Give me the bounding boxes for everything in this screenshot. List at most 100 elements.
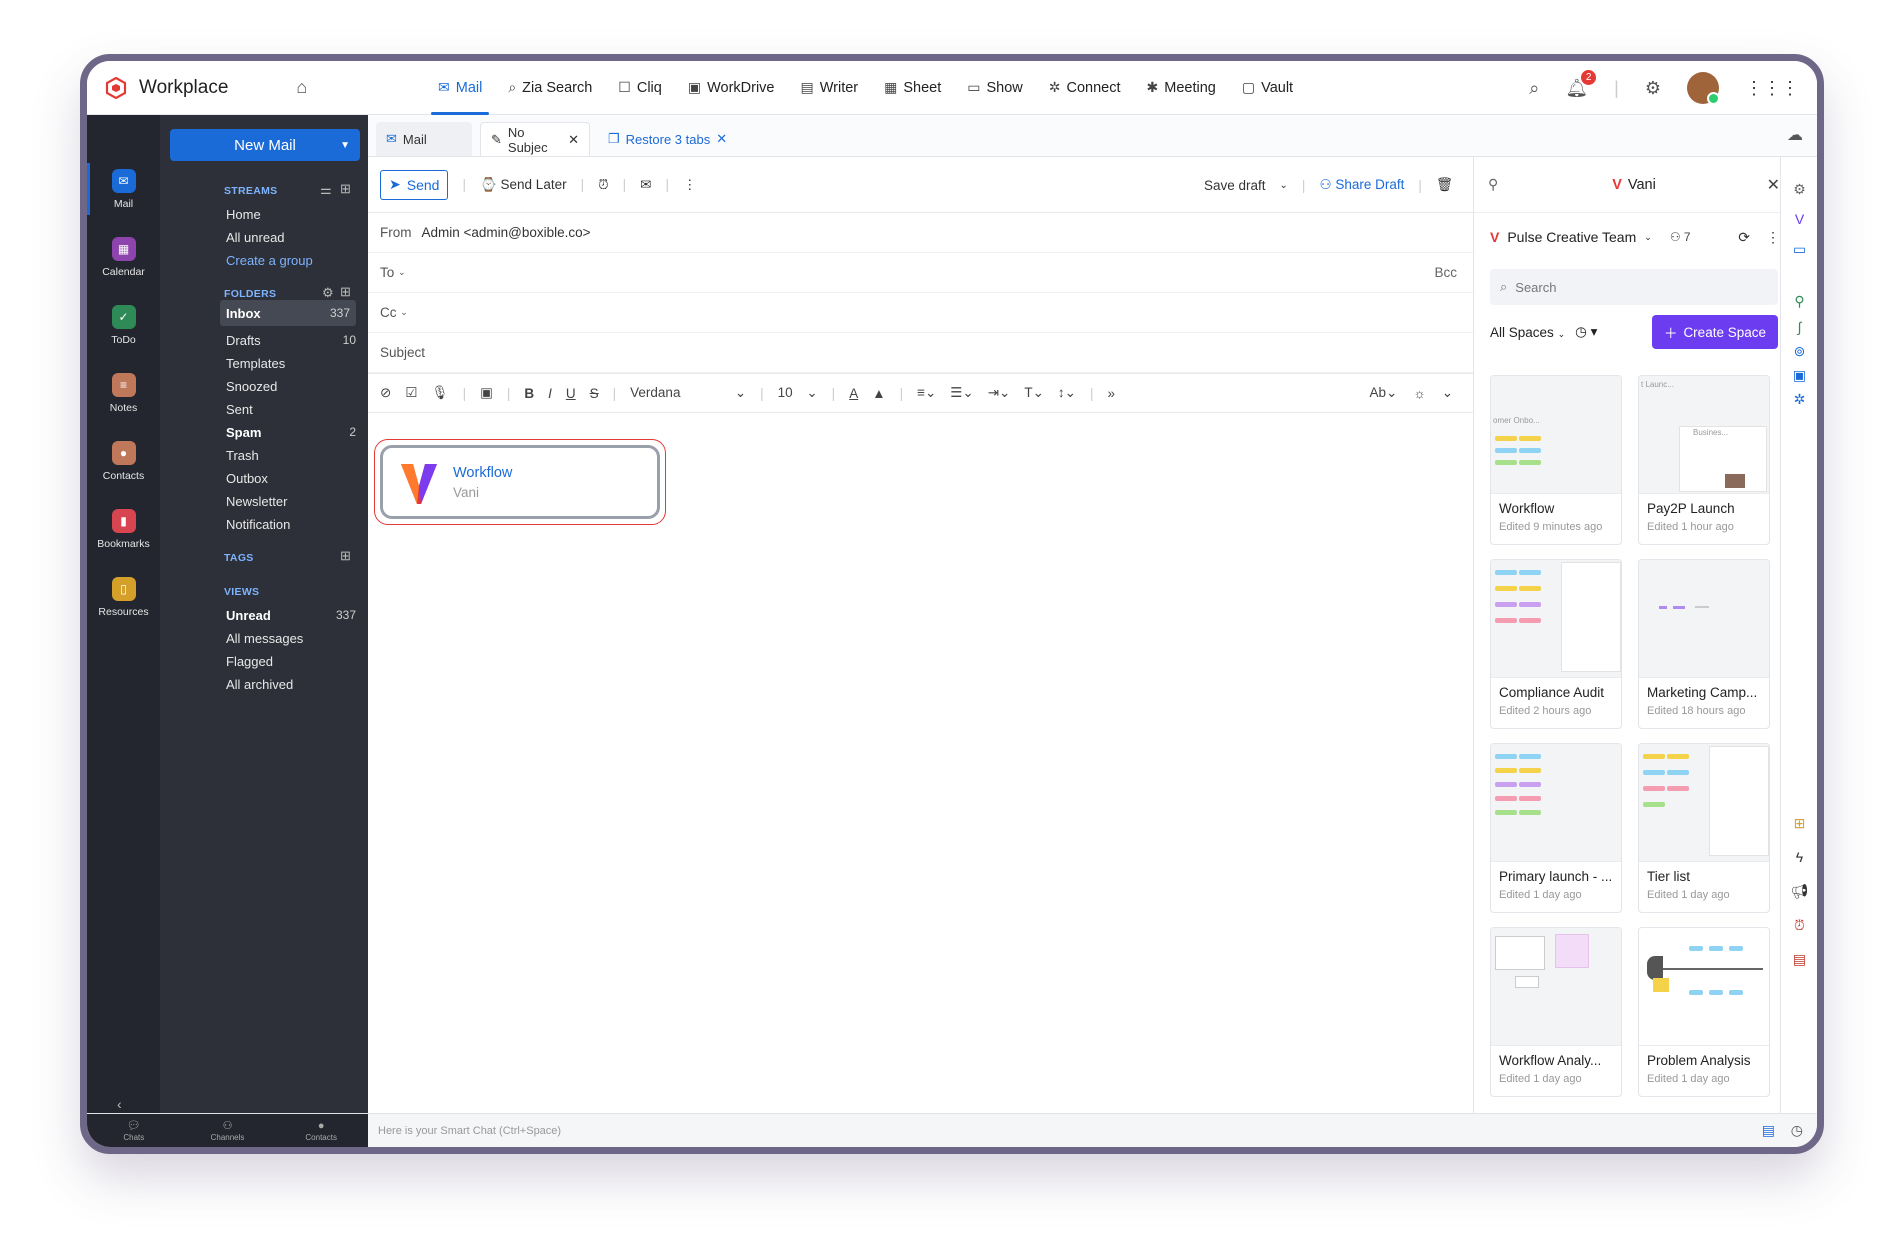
- folder-snoozed[interactable]: Snoozed: [226, 375, 356, 397]
- clock-filter-icon[interactable]: ◷ ▾: [1575, 324, 1597, 340]
- send-button[interactable]: ➤ Send: [380, 169, 449, 200]
- list-icon[interactable]: ☰⌄: [950, 385, 973, 401]
- app-sheet[interactable]: ▦ Sheet: [871, 61, 954, 115]
- more-icon[interactable]: ⋮: [683, 177, 697, 193]
- rail-mail[interactable]: ✉ Mail: [87, 155, 160, 223]
- add-folder-icon[interactable]: ⊞: [340, 284, 351, 300]
- chevron-down-icon[interactable]: ⌄: [1442, 385, 1453, 401]
- refresh-icon[interactable]: ⟳: [1738, 229, 1750, 246]
- pin-icon[interactable]: ⚲: [1781, 293, 1817, 310]
- add-note-icon[interactable]: ⊞: [1781, 815, 1817, 832]
- app-vault[interactable]: ▢ Vault: [1229, 61, 1306, 115]
- vani-icon[interactable]: V: [1781, 211, 1817, 227]
- space-card[interactable]: t Launc... Busines... Pay2P Launch Edite…: [1638, 375, 1770, 545]
- gear-icon[interactable]: ⚙: [1781, 181, 1817, 198]
- collapse-chevron-icon[interactable]: ‹: [117, 1096, 122, 1112]
- share-draft-button[interactable]: ⚇ Share Draft: [1319, 177, 1404, 193]
- space-search-input[interactable]: ⌕ Search: [1490, 269, 1778, 305]
- timer-icon[interactable]: ◷: [1791, 1122, 1803, 1139]
- font-size-select[interactable]: 10 ⌄: [778, 385, 818, 401]
- envelope-icon[interactable]: ✉: [640, 177, 651, 193]
- create-space-button[interactable]: ＋ Create Space: [1651, 315, 1778, 349]
- smart-chat-input[interactable]: Here is your Smart Chat (Ctrl+Space): [378, 1125, 561, 1137]
- clear-format-icon[interactable]: T⌄: [1024, 385, 1044, 401]
- chevron-down-icon[interactable]: ⌄: [1280, 180, 1288, 191]
- space-card[interactable]: Workflow Analy... Edited 1 day ago: [1490, 927, 1622, 1097]
- stream-home[interactable]: Home: [226, 203, 356, 225]
- tab-mail[interactable]: ✉ Mail: [376, 122, 472, 156]
- view-all-archived[interactable]: All archived: [226, 673, 356, 695]
- subject-field[interactable]: Subject: [368, 333, 1473, 373]
- app-zia-search[interactable]: ⌕ Zia Search: [495, 61, 605, 115]
- tab-compose[interactable]: ✎ No Subjec ✕: [480, 122, 590, 156]
- integration-icon[interactable]: ∫: [1781, 319, 1817, 335]
- theme-icon[interactable]: ☼: [1413, 386, 1425, 401]
- rail-resources[interactable]: ▯ Resources: [87, 563, 160, 631]
- image-icon[interactable]: ▣: [1781, 367, 1817, 384]
- to-field[interactable]: To ⌄ Bcc: [368, 253, 1473, 293]
- view-all-messages[interactable]: All messages: [226, 627, 356, 649]
- rail-calendar[interactable]: ▦ Calendar: [87, 223, 160, 291]
- close-icon[interactable]: ✕: [568, 132, 579, 148]
- all-spaces-select[interactable]: All Spaces ⌄: [1490, 325, 1565, 340]
- new-mail-button[interactable]: New Mail ▼: [170, 129, 360, 161]
- folder-trash[interactable]: Trash: [226, 444, 356, 466]
- rail-bookmarks[interactable]: ▮ Bookmarks: [87, 495, 160, 563]
- view-flagged[interactable]: Flagged: [226, 650, 356, 672]
- announcement-icon[interactable]: 📢︎: [1781, 883, 1817, 900]
- chat-icon[interactable]: ▤: [1781, 951, 1817, 968]
- members-count[interactable]: ⚇ 7: [1670, 230, 1691, 244]
- signature-icon[interactable]: ☑: [405, 385, 417, 401]
- italic-icon[interactable]: I: [548, 386, 552, 401]
- folder-sent[interactable]: Sent: [226, 398, 356, 420]
- app-grid-icon[interactable]: ⋮⋮⋮: [1745, 78, 1799, 99]
- chevron-down-icon[interactable]: ▼: [340, 140, 350, 151]
- alarm-icon[interactable]: ⏰︎: [1781, 917, 1817, 934]
- folder-spam[interactable]: Spam 2: [226, 421, 356, 443]
- from-field[interactable]: From Admin <admin@boxible.co>: [368, 213, 1473, 253]
- folder-inbox[interactable]: Inbox 337: [220, 300, 356, 326]
- attach-icon[interactable]: ⊘: [380, 385, 391, 401]
- trash-icon[interactable]: 🗑︎: [1436, 177, 1453, 193]
- space-card[interactable]: Problem Analysis Edited 1 day ago: [1638, 927, 1770, 1097]
- window-icon[interactable]: ▭: [1781, 241, 1817, 258]
- highlight-icon[interactable]: ▲: [872, 386, 885, 401]
- chats-shortcut[interactable]: 💬︎ Chats: [87, 1119, 181, 1142]
- gear-icon[interactable]: ⚙: [322, 285, 334, 301]
- space-card[interactable]: Compliance Audit Edited 2 hours ago: [1490, 559, 1622, 729]
- close-icon[interactable]: ✕: [1767, 175, 1780, 195]
- app-cliq[interactable]: ☐ Cliq: [605, 61, 675, 115]
- view-unread[interactable]: Unread 337: [226, 604, 356, 626]
- lightning-icon[interactable]: ϟ: [1781, 849, 1817, 865]
- app-writer[interactable]: ▤ Writer: [787, 61, 871, 115]
- settings-cog-icon[interactable]: ✲: [1781, 391, 1817, 408]
- line-height-icon[interactable]: ↕⌄: [1058, 385, 1076, 401]
- app-mail[interactable]: ✉ Mail: [425, 61, 495, 115]
- app-show[interactable]: ▭ Show: [954, 61, 1036, 115]
- strikethrough-icon[interactable]: S: [590, 386, 599, 401]
- alarm-icon[interactable]: ⏰︎: [598, 177, 609, 193]
- home-icon[interactable]: ⌂: [296, 77, 307, 98]
- restore-tabs-button[interactable]: ❐ Restore 3 tabs ✕: [598, 122, 737, 156]
- text-color-icon[interactable]: A: [849, 386, 858, 401]
- font-family-select[interactable]: Verdana ⌄: [630, 385, 746, 401]
- stream-all-unread[interactable]: All unread: [226, 226, 356, 248]
- rail-contacts[interactable]: ● Contacts: [87, 427, 160, 495]
- channels-shortcut[interactable]: ⚇ Channels: [181, 1119, 275, 1142]
- team-switcher[interactable]: V Pulse Creative Team ⌄ ⚇ 7 ⟳ ⋮: [1474, 213, 1794, 261]
- folder-newsletter[interactable]: Newsletter: [226, 490, 356, 512]
- more-icon[interactable]: ⋮: [1766, 229, 1780, 246]
- add-tag-icon[interactable]: ⊞: [340, 548, 351, 564]
- bold-icon[interactable]: B: [524, 386, 534, 401]
- mic-icon[interactable]: 🎙︎: [431, 385, 448, 401]
- folder-notification[interactable]: Notification: [226, 513, 356, 535]
- folder-outbox[interactable]: Outbox: [226, 467, 356, 489]
- spellcheck-icon[interactable]: Ab⌄: [1369, 385, 1397, 401]
- save-draft-button[interactable]: Save draft: [1204, 178, 1266, 193]
- more-format-icon[interactable]: »: [1107, 386, 1115, 401]
- avatar[interactable]: [1687, 72, 1720, 105]
- space-card[interactable]: Primary launch - ... Edited 1 day ago: [1490, 743, 1622, 913]
- bcc-toggle[interactable]: Bcc: [1434, 265, 1457, 280]
- underline-icon[interactable]: U: [566, 386, 576, 401]
- indent-icon[interactable]: ⇥⌄: [988, 385, 1011, 401]
